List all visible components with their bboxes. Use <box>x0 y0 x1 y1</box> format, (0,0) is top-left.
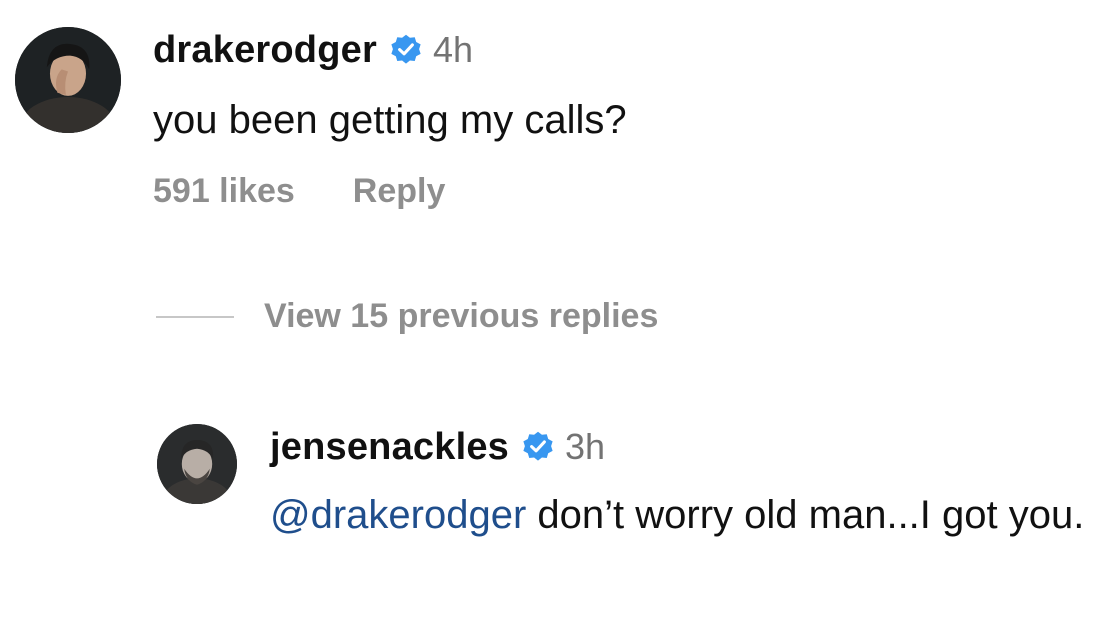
timestamp: 3h <box>565 426 606 467</box>
reply-text: @drakerodger don’t worry old man...I got… <box>270 489 1100 541</box>
verified-badge-icon <box>389 33 423 67</box>
mention-link[interactable]: @drakerodger <box>270 493 526 537</box>
view-previous-replies-button[interactable]: View 15 previous replies <box>156 297 658 336</box>
username[interactable]: drakerodger <box>153 29 377 72</box>
reply-header: jensenackles 3h <box>270 423 605 471</box>
comment-actions: 591 likes Reply <box>153 172 445 211</box>
divider-line <box>156 315 234 318</box>
timestamp: 4h <box>432 29 473 70</box>
verified-badge-icon <box>521 430 555 464</box>
username[interactable]: jensenackles <box>270 426 509 469</box>
avatar-photo-icon <box>157 424 237 504</box>
reply-body: don’t worry old man...I got you. <box>526 493 1085 537</box>
reply-button[interactable]: Reply <box>353 172 446 211</box>
avatar[interactable] <box>15 27 121 133</box>
avatar-photo-icon <box>15 27 121 133</box>
comment-header: drakerodger 4h <box>153 26 473 74</box>
likes-count[interactable]: 591 likes <box>153 172 295 211</box>
view-replies-label: View 15 previous replies <box>264 297 659 335</box>
avatar[interactable] <box>157 424 237 504</box>
comment-text: you been getting my calls? <box>153 98 627 142</box>
